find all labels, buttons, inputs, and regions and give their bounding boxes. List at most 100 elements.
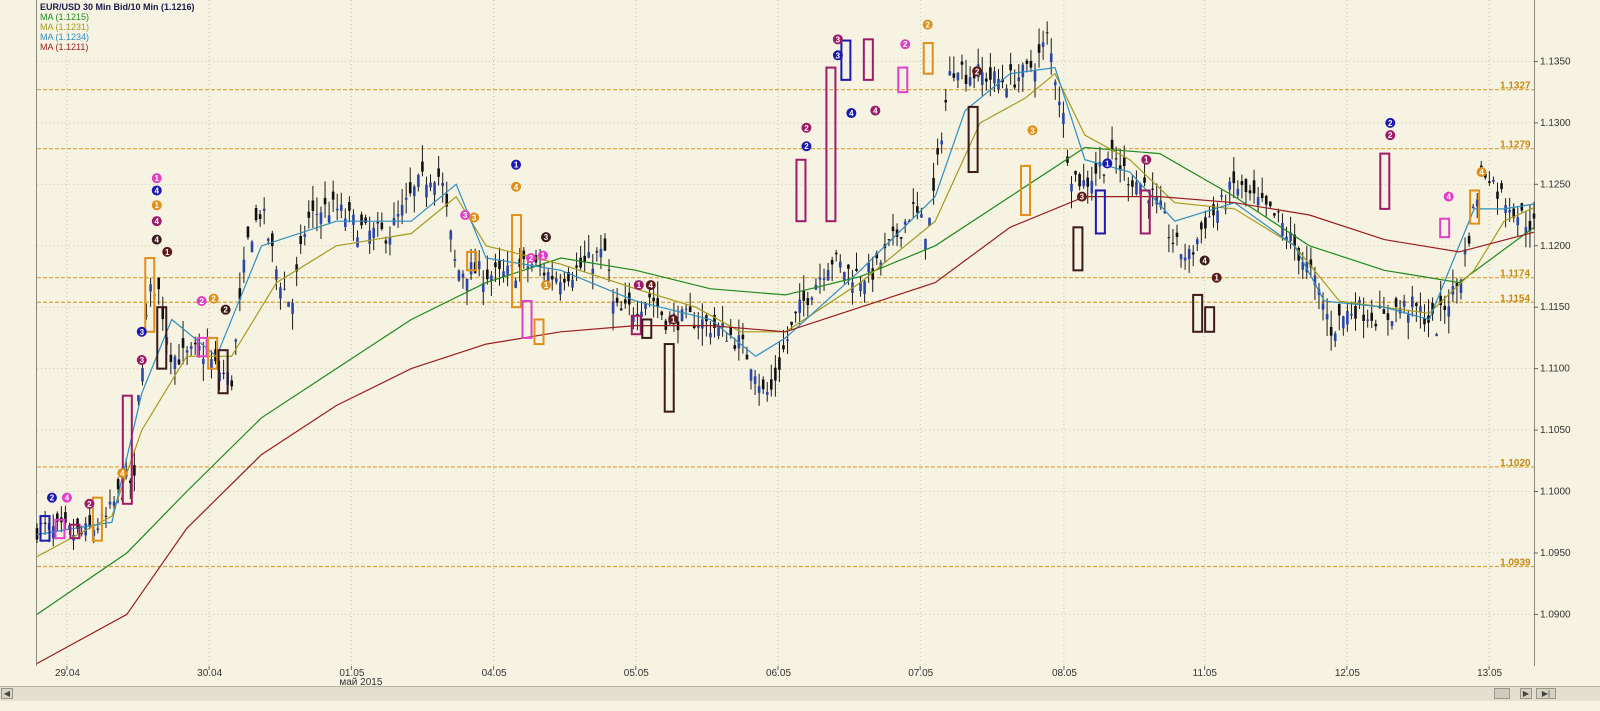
candle-body	[843, 271, 846, 281]
candle-body	[1374, 323, 1378, 327]
candle-body	[607, 269, 611, 271]
candle-body	[384, 240, 388, 244]
candle-body	[104, 515, 108, 517]
x-tick-label: 05.05	[624, 668, 649, 679]
candle-body	[421, 161, 424, 172]
candle-body	[494, 262, 497, 268]
candle-body	[1179, 254, 1183, 260]
candle-body	[1269, 201, 1272, 207]
candle-body	[830, 259, 834, 265]
candle-body	[1488, 181, 1491, 184]
candle-body	[1492, 179, 1495, 182]
pattern-box	[663, 343, 675, 413]
y-tick-label: 1.1000	[1540, 487, 1571, 498]
candle-body	[863, 281, 866, 294]
candle-body	[550, 275, 554, 280]
y-tick-label: 1.0950	[1540, 548, 1571, 559]
candle-body	[1500, 183, 1503, 190]
candle-body	[287, 301, 290, 307]
candle-body	[230, 380, 234, 387]
candle-body	[1049, 53, 1053, 63]
candle-body	[1390, 321, 1394, 326]
signal-marker-label: 2	[87, 500, 92, 509]
y-tick-label: 1.1050	[1540, 425, 1571, 436]
candle-body	[461, 273, 465, 278]
signal-marker-label: 4	[1202, 257, 1207, 266]
candle-body	[623, 299, 627, 304]
candle-body	[1143, 177, 1146, 183]
candle-body	[1496, 191, 1499, 199]
candle-body	[936, 148, 939, 155]
candle-body	[202, 358, 205, 365]
chart-legend: EUR/USD 30 Min Bid/10 Min (1.1216) MA (1…	[40, 2, 195, 52]
pattern-box	[521, 300, 533, 339]
candle-body	[554, 278, 558, 283]
candle-body	[733, 345, 737, 349]
candle-body	[352, 214, 355, 225]
x-tick-label: 04.05	[482, 668, 507, 679]
candle-body	[412, 186, 416, 197]
candle-body	[660, 311, 664, 316]
horizontal-scrollbar[interactable]: ◀ ▶ ▶|	[0, 686, 1600, 701]
y-tick-label: 1.1300	[1540, 118, 1571, 129]
candle-body	[222, 372, 225, 374]
scroll-thumb[interactable]	[1494, 688, 1510, 699]
candle-body	[903, 221, 907, 225]
x-tick-label: 06.05	[766, 668, 791, 679]
candle-body	[1216, 210, 1219, 223]
pattern-box	[533, 318, 545, 346]
candle-body	[1135, 181, 1138, 195]
candle-body	[1074, 171, 1077, 175]
candle-body	[1195, 239, 1199, 245]
candle-body	[757, 386, 761, 393]
signal-marker-label: 1	[637, 281, 642, 290]
signal-marker-label: 3	[1030, 126, 1035, 135]
scroll-end-button[interactable]: ▶|	[1536, 688, 1556, 699]
candle-body	[1062, 113, 1065, 124]
candle-body	[753, 376, 757, 384]
candle-body	[372, 227, 376, 238]
signal-marker-label: 2	[223, 306, 228, 315]
scroll-right-button[interactable]: ▶	[1520, 688, 1532, 699]
signal-marker-label: 2	[804, 124, 809, 133]
signal-marker-label: 1	[671, 315, 676, 324]
pattern-box	[1204, 306, 1216, 333]
candle-body	[1402, 300, 1406, 307]
ma-line-1	[36, 146, 1535, 615]
signal-marker-label: 3	[463, 211, 468, 220]
candle-body	[417, 174, 420, 187]
candle-body	[1017, 77, 1021, 82]
candle-body	[688, 306, 692, 313]
y-tick-label: 1.1200	[1540, 241, 1571, 252]
candle-body	[177, 359, 181, 365]
signal-marker-label: 4	[155, 236, 160, 245]
pattern-box	[1469, 189, 1481, 225]
candle-body	[457, 270, 461, 281]
signal-marker-label: 1	[1214, 274, 1219, 283]
candle-body	[1191, 252, 1195, 255]
candle-body	[1532, 213, 1536, 219]
candle-body	[311, 200, 315, 211]
chart-title: EUR/USD 30 Min Bid/10 Min (1.1216)	[40, 2, 195, 12]
candle-body	[725, 340, 728, 342]
candle-body	[1382, 309, 1386, 314]
x-tick-label: 08.05	[1052, 668, 1077, 679]
candle-body	[1013, 84, 1017, 88]
signal-marker-label: 2	[1388, 119, 1393, 128]
candle-body	[1078, 174, 1081, 187]
candle-body	[1415, 303, 1418, 306]
candle-body	[1358, 299, 1361, 303]
candle-body	[189, 346, 193, 349]
candle-body	[810, 297, 814, 300]
candle-body	[1321, 303, 1325, 310]
candle-body	[1260, 192, 1264, 199]
scroll-left-button[interactable]: ◀	[1, 688, 13, 699]
pattern-box	[641, 318, 653, 339]
candle-body	[404, 197, 408, 200]
candle-body	[1037, 44, 1041, 53]
candle-body	[1041, 42, 1045, 47]
x-tick-label: 30.04	[197, 668, 222, 679]
candle-body	[822, 278, 826, 280]
candle-body	[611, 301, 615, 314]
signal-marker-label: 2	[804, 142, 809, 151]
